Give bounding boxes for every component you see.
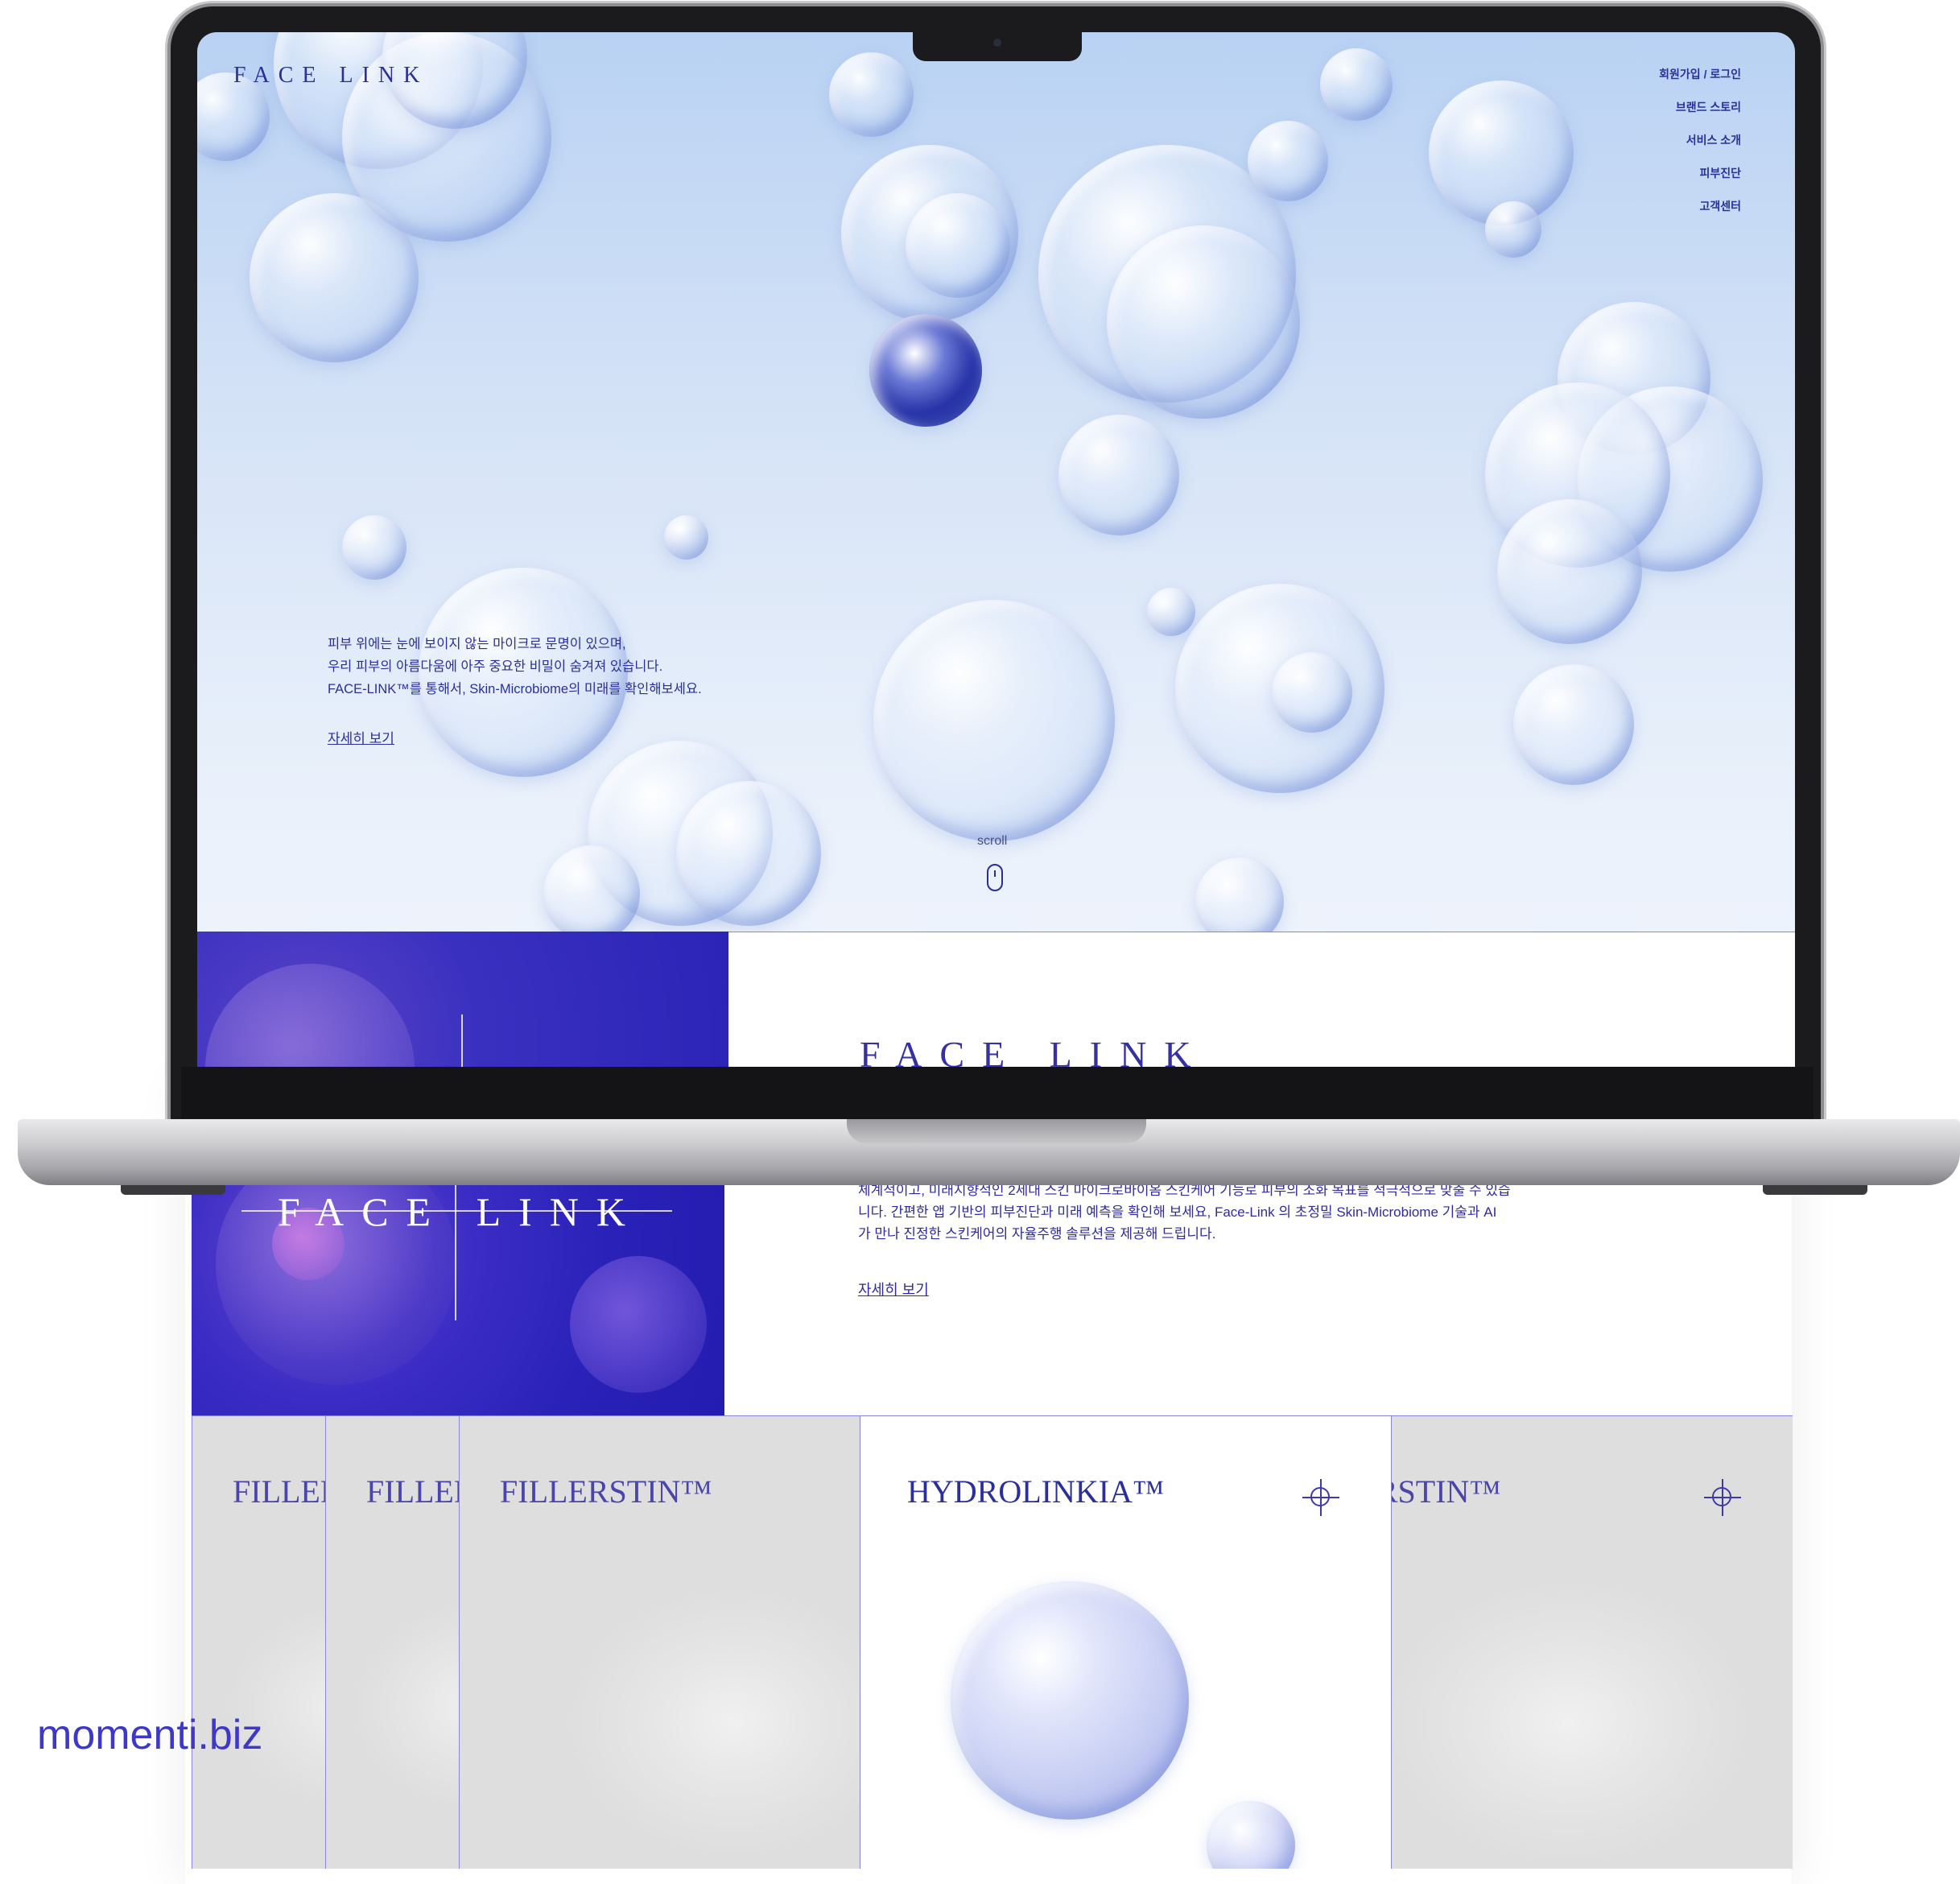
bubble-decoration <box>873 600 1115 841</box>
camera-notch <box>913 32 1082 61</box>
crosshair-icon <box>1302 1479 1339 1516</box>
bubble-decoration <box>1485 201 1541 258</box>
product-card-active[interactable]: HYDROLINKIA™ <box>860 1415 1392 1869</box>
cream-swirl-image <box>225 1601 326 1811</box>
bubble-decoration <box>829 52 914 137</box>
bubble-decoration <box>1058 415 1179 535</box>
product-name: FILLERSTIN™ <box>366 1473 460 1510</box>
nav-item-skin-diagnosis[interactable]: 피부진단 <box>1659 165 1741 181</box>
product-bubble-image <box>1207 1801 1295 1869</box>
hero-more-link[interactable]: 자세히 보기 <box>328 727 394 747</box>
bubble-decoration <box>205 964 415 1067</box>
scroll-label: scroll <box>977 834 1008 848</box>
laptop-foot <box>121 1185 225 1195</box>
intro-line: 가 만나 진정한 스킨케어의 자율주행 솔루션을 제공해 드립니다. <box>858 1226 1216 1242</box>
hero-copy: 피부 위에는 눈에 보이지 않는 마이크로 문명이 있으며, 우리 피부의 아름… <box>328 633 702 700</box>
bubble-decoration <box>1320 48 1393 121</box>
bubble-decoration <box>906 193 1010 298</box>
laptop-foot <box>1763 1185 1867 1195</box>
bubble-decoration <box>342 515 406 580</box>
site-logo[interactable]: FACE LINK <box>233 63 428 89</box>
product-card[interactable]: FILLERSTIN™ <box>192 1415 326 1869</box>
product-card[interactable]: FILLERSTIN™ <box>1391 1415 1793 1869</box>
crosshair-line <box>461 1014 463 1071</box>
cream-swirl-image <box>350 1601 460 1811</box>
hero-line: FACE-LINK™를 통해서, Skin-Microbiome의 미래를 확인… <box>328 682 702 696</box>
camera-icon <box>993 39 1001 47</box>
product-name: FILLERSTIN™ <box>500 1473 712 1510</box>
intro-text: 체계적이고, 미래지향적인 2세대 스킨 마이크로바이옴 스킨케어 기능로 피부… <box>858 1180 1550 1245</box>
laptop-screen <box>197 32 1795 1067</box>
bubble-decoration <box>1513 664 1634 785</box>
nav-item-support[interactable]: 고객센터 <box>1659 198 1741 214</box>
brand-logo-large: FACE LINK <box>278 1189 644 1234</box>
product-name: HYDROLINKIA™ <box>907 1473 1165 1510</box>
nav-item-login[interactable]: 회원가입 / 로그인 <box>1659 66 1741 82</box>
bubble-decoration <box>869 314 982 427</box>
mouse-scroll-icon[interactable] <box>987 864 1003 891</box>
intro-line: 니다. 간편한 앱 기반의 피부진단과 미래 예측을 확인해 보세요, Face… <box>858 1204 1497 1220</box>
bubble-decoration <box>1248 121 1328 201</box>
bubble-decoration <box>1107 225 1300 419</box>
product-card[interactable]: FILLERSTIN™ <box>459 1415 860 1869</box>
product-name: FILLERSTIN™ <box>1392 1473 1501 1510</box>
bubble-decoration <box>1147 588 1195 636</box>
nav-item-service[interactable]: 서비스 소개 <box>1659 132 1741 148</box>
nav-item-brand-story[interactable]: 브랜드 스토리 <box>1659 99 1741 115</box>
product-card[interactable]: FILLERSTIN™ <box>325 1415 460 1869</box>
main-nav: 회원가입 / 로그인 브랜드 스토리 서비스 소개 피부진단 고객센터 <box>1659 66 1741 231</box>
watermark-text: momenti.biz <box>37 1712 263 1758</box>
hero-line: 우리 피부의 아름다움에 아주 중요한 비밀이 숨겨져 있습니다. <box>328 659 663 674</box>
bubble-decoration <box>543 845 640 942</box>
crosshair-icon <box>1704 1479 1741 1516</box>
bubble-decoration <box>1272 652 1352 733</box>
laptop-bezel <box>181 1067 1814 1119</box>
brand-panel <box>197 932 728 1067</box>
product-name: FILLERSTIN™ <box>233 1473 326 1510</box>
bubble-decoration <box>1497 499 1642 644</box>
laptop-hinge <box>847 1119 1146 1143</box>
product-bubble-image <box>951 1581 1189 1820</box>
bubble-decoration <box>570 1256 707 1393</box>
hero-line: 피부 위에는 눈에 보이지 않는 마이크로 문명이 있으며, <box>328 637 626 651</box>
bubble-decoration <box>676 781 821 926</box>
cream-swirl-image <box>1392 1577 1754 1867</box>
bubble-decoration <box>664 515 708 560</box>
cream-swirl-image <box>564 1585 860 1859</box>
intro-more-link[interactable]: 자세히 보기 <box>858 1279 929 1299</box>
